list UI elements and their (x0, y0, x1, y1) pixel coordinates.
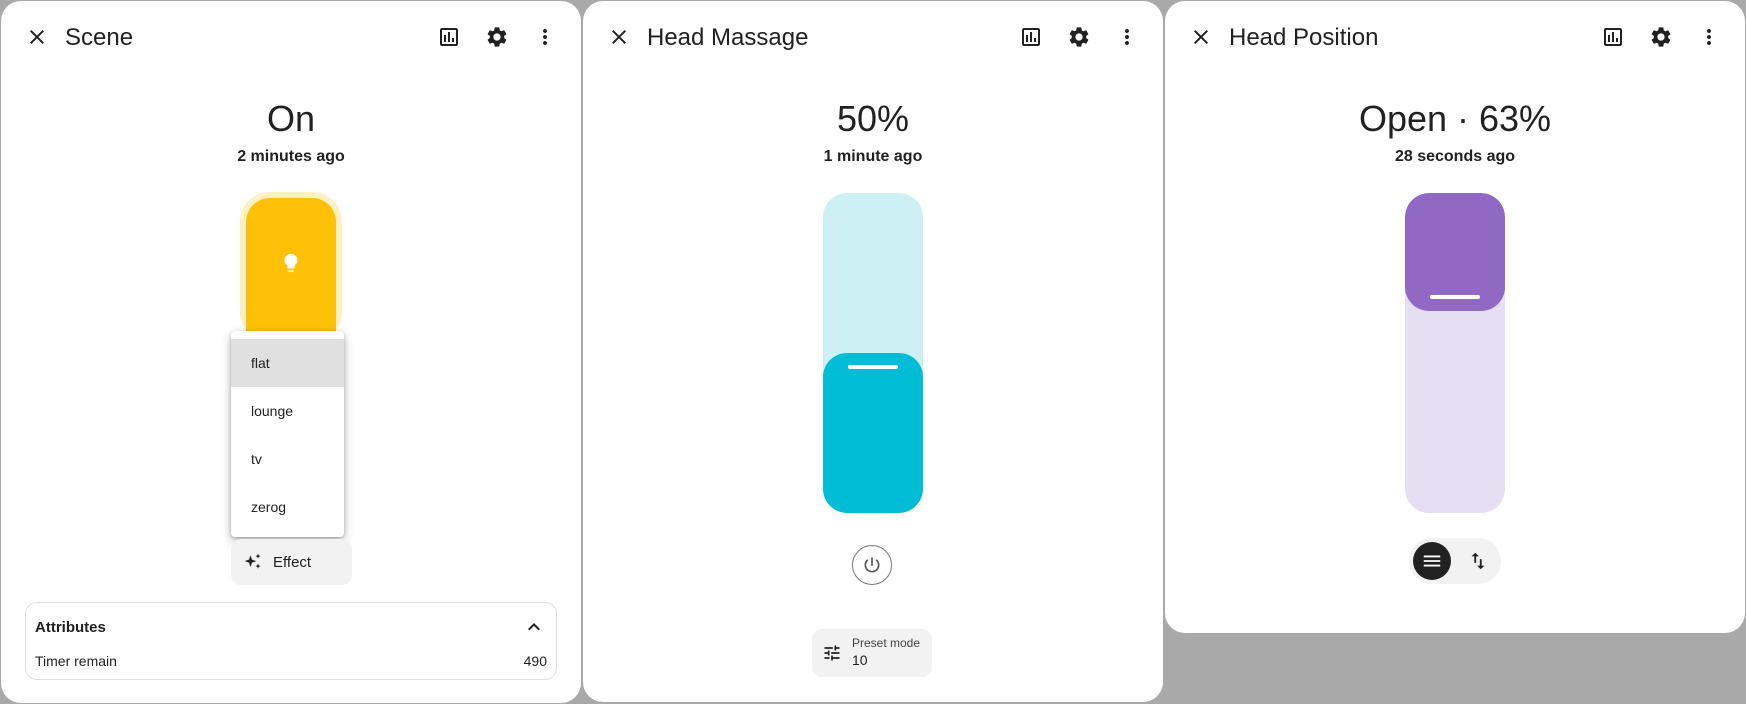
attributes-panel: Attributes Timer remain 490 (25, 602, 557, 680)
more-options-button[interactable] (525, 17, 565, 57)
buttons-mode-button[interactable] (1459, 542, 1497, 580)
collapse-button[interactable] (522, 615, 546, 639)
effect-button[interactable]: Effect (231, 539, 352, 585)
slider-handle[interactable] (1430, 295, 1480, 299)
state-value: Open · 63% (1358, 98, 1552, 139)
preset-mode-button[interactable]: Preset mode 10 (812, 629, 932, 677)
close-icon (30, 30, 44, 44)
power-button[interactable] (852, 545, 892, 585)
history-button[interactable] (1593, 17, 1633, 57)
dialog-header: Scene (1, 1, 581, 73)
menu-item-lounge[interactable]: lounge (231, 387, 344, 435)
state-value: On (266, 98, 316, 139)
effect-label: Effect (273, 553, 312, 571)
slider-handle[interactable] (848, 365, 898, 369)
menu-item-tv[interactable]: tv (231, 435, 344, 483)
menu-item-zerog[interactable]: zerog (231, 483, 344, 531)
position-slider[interactable] (1405, 193, 1505, 513)
head-massage-dialog: Head Massage 50% 1 minute ago Preset mod… (583, 1, 1163, 702)
more-vertical-icon (543, 29, 547, 45)
chart-box-icon (1604, 28, 1622, 46)
history-button[interactable] (1011, 17, 1051, 57)
sparkles-icon (244, 553, 261, 569)
settings-button[interactable] (1641, 17, 1681, 57)
state-value: 50% (836, 98, 910, 139)
close-button[interactable] (1181, 17, 1221, 57)
menu-icon (1423, 555, 1441, 567)
scene-dialog: Scene On 2 minutes ago flat lounge tv ze… (1, 1, 581, 703)
attribute-value: 490 (523, 653, 547, 669)
attribute-key: Timer remain (35, 653, 117, 669)
history-button[interactable] (429, 17, 469, 57)
settings-button[interactable] (1059, 17, 1099, 57)
slider-fill (1405, 193, 1505, 311)
preset-mode-label: Preset mode (852, 636, 921, 650)
slider-fill (823, 353, 923, 513)
close-button[interactable] (599, 17, 639, 57)
dialog-header: Head Position (1165, 1, 1745, 73)
more-vertical-icon (1125, 29, 1129, 45)
close-icon (1194, 30, 1208, 44)
massage-level-slider[interactable] (823, 193, 923, 513)
dialog-title: Head Position (1229, 24, 1379, 51)
effect-menu: flat lounge tv zerog (231, 331, 344, 537)
more-options-button[interactable] (1107, 17, 1147, 57)
toggle-container (240, 192, 342, 348)
last-changed: 28 seconds ago (1394, 148, 1516, 165)
gear-icon (1651, 27, 1671, 47)
last-changed: 1 minute ago (823, 148, 923, 165)
dialog-header: Head Massage (583, 1, 1163, 73)
slider-mode-button[interactable] (1413, 542, 1451, 580)
menu-item-flat[interactable]: flat (231, 339, 344, 387)
dialog-title: Scene (65, 24, 134, 51)
scene-toggle[interactable] (246, 198, 336, 348)
chart-box-icon (1022, 28, 1040, 46)
close-button[interactable] (17, 17, 57, 57)
attributes-title: Attributes (35, 619, 106, 636)
gear-icon (487, 27, 507, 47)
last-changed: 2 minutes ago (237, 148, 345, 165)
more-options-button[interactable] (1689, 17, 1729, 57)
lightbulb-icon (284, 253, 298, 273)
settings-button[interactable] (477, 17, 517, 57)
head-position-dialog: Head Position Open · 63% 28 seconds ago (1165, 1, 1745, 633)
tune-icon (824, 645, 840, 661)
chart-box-icon (440, 28, 458, 46)
dialog-title: Head Massage (647, 24, 809, 51)
preset-mode-value: 10 (852, 652, 868, 668)
control-mode-toggle (1409, 538, 1501, 584)
chevron-up-icon (528, 623, 540, 631)
gear-icon (1069, 27, 1089, 47)
power-icon (864, 557, 880, 573)
close-icon (612, 30, 626, 44)
swap-vertical-icon (1471, 552, 1485, 570)
more-vertical-icon (1707, 29, 1711, 45)
